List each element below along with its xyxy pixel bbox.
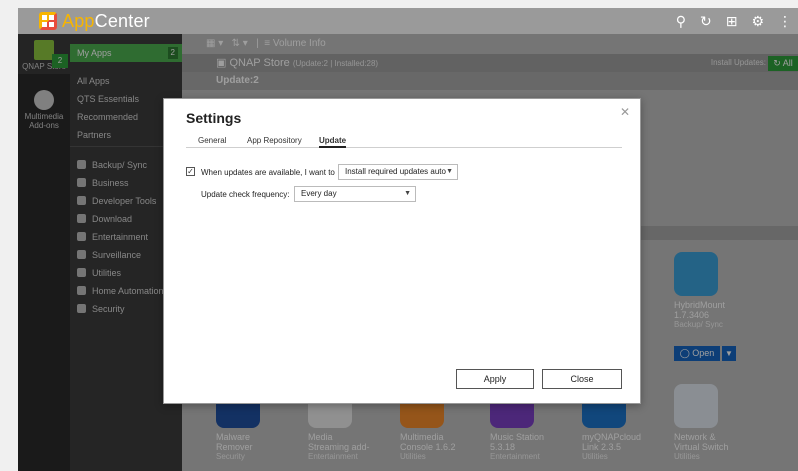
- frequency-label: Update check frequency:: [201, 190, 290, 199]
- auto-update-checkbox[interactable]: ✓: [186, 167, 195, 176]
- tab-app-repository[interactable]: App Repository: [247, 136, 302, 146]
- auto-update-row: ✓ When updates are available, I want to …: [186, 163, 626, 181]
- app-title-prefix: App: [62, 11, 95, 31]
- frequency-row: Update check frequency: Every day ▼: [186, 185, 626, 203]
- appcenter-logo-icon: [39, 12, 57, 30]
- top-icons: ⚲ ↻ ⊞ ⚙ ⋮: [676, 12, 792, 30]
- gear-icon[interactable]: ⚙: [751, 12, 764, 30]
- apply-button[interactable]: Apply: [456, 369, 534, 389]
- tab-general[interactable]: General: [198, 136, 226, 146]
- refresh-icon[interactable]: ↻: [700, 12, 712, 30]
- app-title-suffix: Center: [94, 11, 150, 31]
- dialog-title: Settings: [186, 110, 242, 126]
- chevron-down-icon: ▼: [446, 168, 453, 175]
- app-title: AppCenter: [62, 11, 150, 32]
- left-margin: [0, 0, 18, 471]
- frequency-select[interactable]: Every day ▼: [294, 186, 416, 202]
- close-icon[interactable]: ✕: [620, 105, 630, 119]
- auto-update-label: When updates are available, I want to: [201, 168, 335, 177]
- chevron-down-icon: ▼: [404, 190, 411, 197]
- install-icon[interactable]: ⊞: [726, 12, 738, 30]
- settings-dialog: Settings ✕ General App Repository Update…: [163, 98, 641, 404]
- frequency-value: Every day: [301, 189, 337, 198]
- settings-tabs: General App Repository Update: [186, 136, 622, 148]
- auto-update-select[interactable]: Install required updates auto ▼: [338, 164, 458, 180]
- auto-update-value: Install required updates auto: [345, 167, 446, 176]
- top-bar: AppCenter ⚲ ↻ ⊞ ⚙ ⋮: [18, 8, 798, 34]
- tab-update[interactable]: Update: [319, 136, 347, 148]
- close-button[interactable]: Close: [542, 369, 622, 389]
- search-icon[interactable]: ⚲: [676, 12, 686, 30]
- more-icon[interactable]: ⋮: [778, 12, 792, 30]
